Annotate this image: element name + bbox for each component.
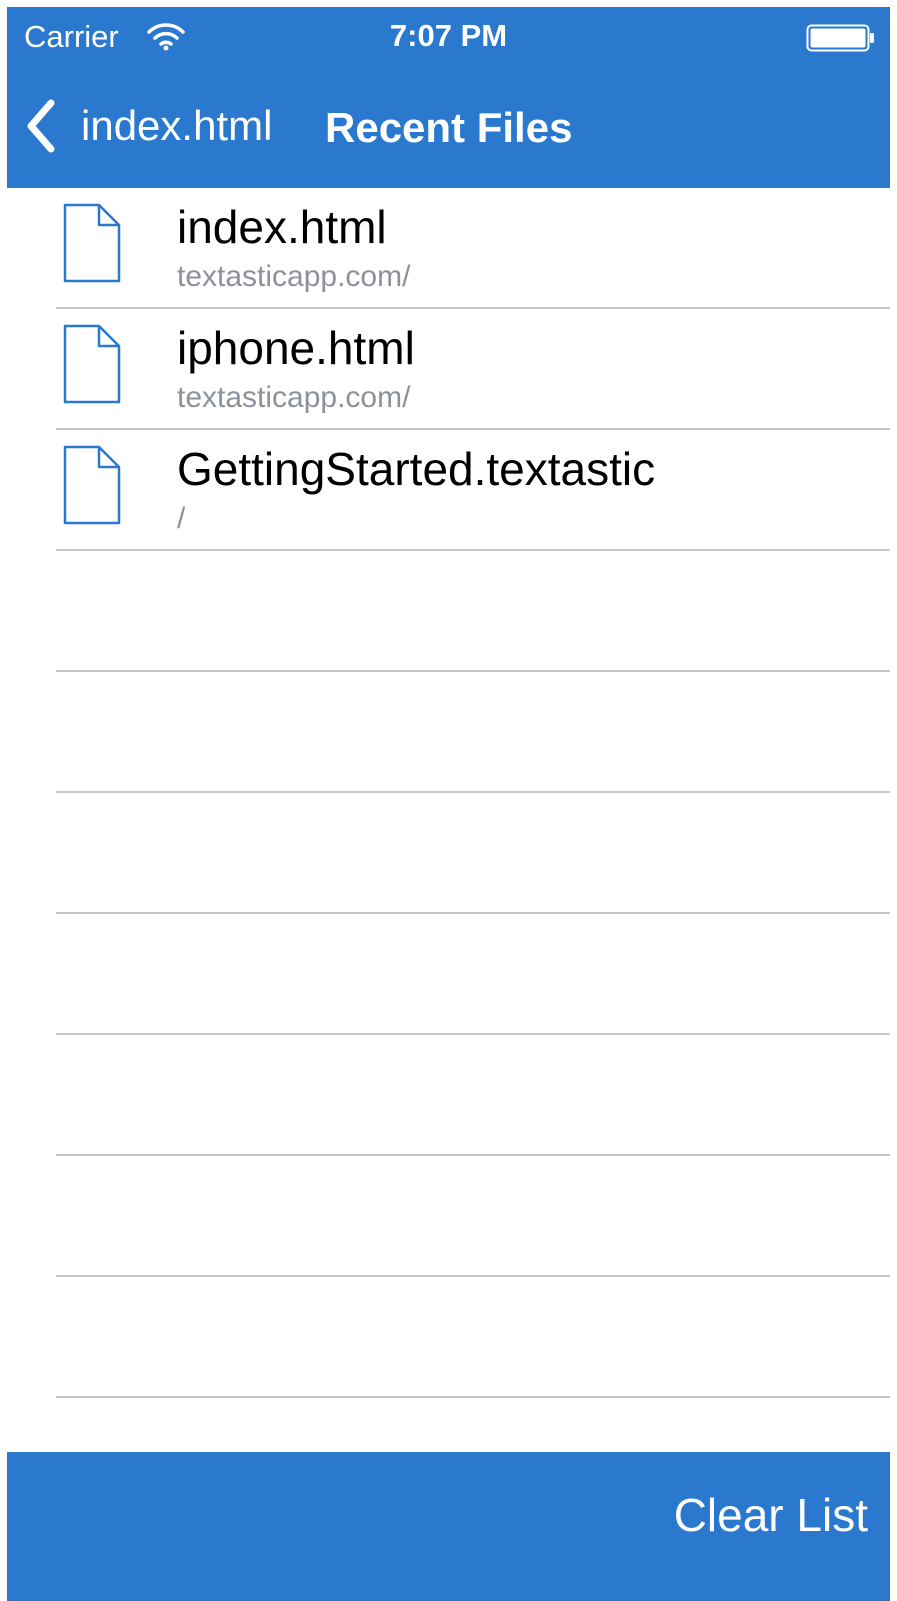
- empty-row: [7, 672, 890, 793]
- file-row[interactable]: index.html textasticapp.com/: [7, 188, 890, 309]
- recent-files-list: index.html textasticapp.com/ iphone.html…: [7, 188, 890, 1450]
- empty-row: [7, 551, 890, 672]
- clear-list-button[interactable]: Clear List: [674, 1488, 868, 1542]
- file-row[interactable]: iphone.html textasticapp.com/: [7, 309, 890, 430]
- document-icon: [63, 324, 121, 404]
- file-name: index.html: [177, 201, 387, 253]
- file-name: iphone.html: [177, 322, 415, 374]
- screen: Carrier 7:07 PM index.html Recent Files …: [0, 0, 897, 1601]
- status-bar: Carrier 7:07 PM: [7, 7, 890, 67]
- document-icon: [63, 445, 121, 525]
- back-button-label: index.html: [81, 102, 273, 149]
- back-button[interactable]: index.html: [21, 95, 272, 157]
- file-path: textasticapp.com/: [177, 381, 411, 414]
- file-row[interactable]: GettingStarted.textastic /: [7, 430, 890, 551]
- status-time: 7:07 PM: [389, 18, 508, 53]
- page-title: Recent Files: [325, 104, 573, 151]
- empty-row: [7, 793, 890, 914]
- document-icon: [63, 203, 121, 283]
- empty-row: [7, 1035, 890, 1156]
- file-path: textasticapp.com/: [177, 260, 411, 293]
- row-separator: [56, 1396, 890, 1398]
- chevron-left-icon: [27, 99, 55, 153]
- file-path: /: [177, 502, 186, 535]
- empty-row: [7, 914, 890, 1035]
- navigation-bar: index.html Recent Files: [7, 67, 890, 188]
- battery-full-icon: [806, 24, 874, 52]
- bottom-toolbar: Clear List: [7, 1452, 890, 1601]
- top-bar: Carrier 7:07 PM index.html Recent Files: [7, 7, 890, 188]
- empty-row: [7, 1156, 890, 1277]
- file-name: GettingStarted.textastic: [177, 443, 656, 495]
- empty-row: [7, 1277, 890, 1398]
